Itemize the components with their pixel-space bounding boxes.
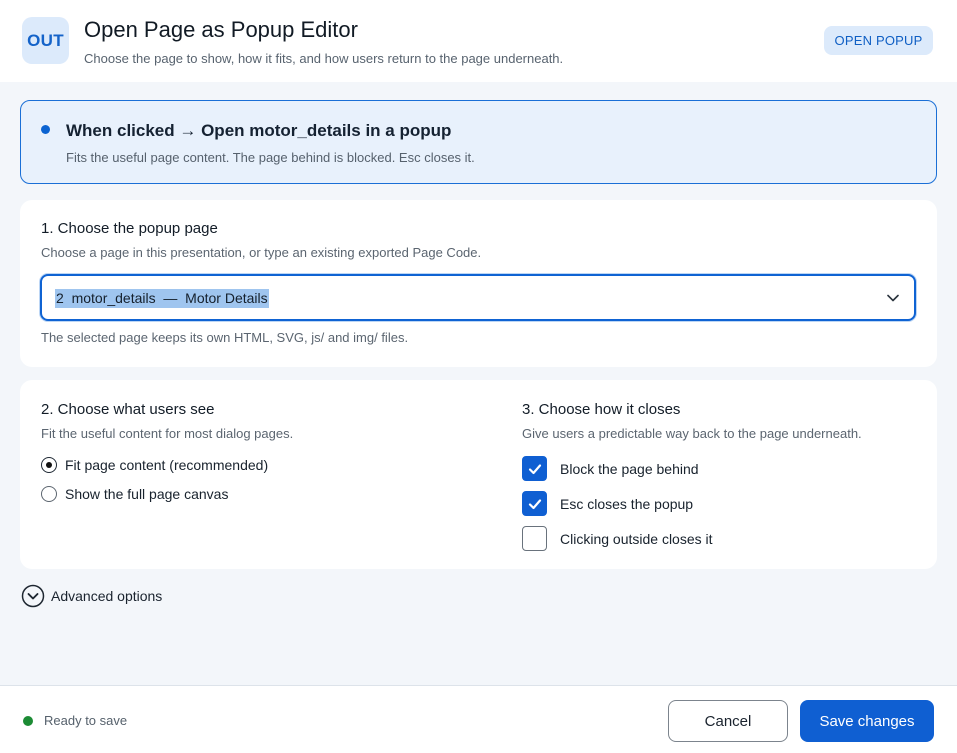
popup-page-select[interactable]: 2 motor_details — Motor Details bbox=[40, 274, 916, 321]
checkbox-label: Esc closes the popup bbox=[560, 495, 694, 512]
dialog-footer: Ready to save Cancel Save changes bbox=[0, 685, 957, 753]
action-type-badge: OPEN POPUP bbox=[824, 26, 933, 55]
popup-page-note: The selected page keeps its own HTML, SV… bbox=[41, 330, 409, 345]
close-section-title: 3. Choose how it closes bbox=[522, 401, 681, 418]
cancel-button[interactable]: Cancel bbox=[668, 700, 788, 742]
dialog-title: Open Page as Popup Editor bbox=[84, 17, 358, 42]
summary-title: When clicked → Open motor_details in a p… bbox=[66, 121, 452, 140]
options-card: 2. Choose what users see Fit the useful … bbox=[20, 380, 937, 569]
summary-subtitle: Fits the useful page content. The page b… bbox=[66, 150, 475, 165]
checkbox-option-click-outside[interactable]: Clicking outside closes it bbox=[522, 526, 713, 551]
radio-label: Show the full page canvas bbox=[65, 486, 229, 502]
advanced-options-label: Advanced options bbox=[51, 587, 163, 604]
radio-option-full-canvas[interactable]: Show the full page canvas bbox=[41, 485, 228, 503]
status-indicator-icon bbox=[23, 716, 33, 726]
view-section-help: Fit the useful content for most dialog p… bbox=[41, 426, 294, 441]
status-text: Ready to save bbox=[44, 713, 128, 728]
popup-page-selected-value: 2 motor_details — Motor Details bbox=[55, 289, 269, 308]
advanced-options-toggle[interactable]: Advanced options bbox=[21, 583, 162, 608]
summary-bullet-icon bbox=[41, 125, 50, 134]
radio-button[interactable] bbox=[41, 486, 57, 502]
view-section-title: 2. Choose what users see bbox=[41, 401, 215, 418]
checkmark-icon bbox=[528, 463, 541, 474]
popup-page-card: 1. Choose the popup page Choose a page i… bbox=[20, 200, 937, 367]
chevron-down-circle-icon bbox=[21, 584, 45, 607]
checkbox[interactable] bbox=[522, 491, 547, 516]
radio-button[interactable] bbox=[41, 457, 57, 473]
checkbox-label: Block the page behind bbox=[560, 460, 699, 477]
radio-label: Fit page content (recommended) bbox=[65, 457, 269, 473]
close-section-help: Give users a predictable way back to the… bbox=[522, 426, 862, 441]
save-changes-button[interactable]: Save changes bbox=[800, 700, 934, 742]
checkbox-option-block-page[interactable]: Block the page behind bbox=[522, 456, 699, 481]
checkbox[interactable] bbox=[522, 456, 547, 481]
action-summary-banner: When clicked → Open motor_details in a p… bbox=[20, 100, 937, 184]
popup-page-section-help: Choose a page in this presentation, or t… bbox=[41, 245, 482, 260]
dialog-subtitle: Choose the page to show, how it fits, an… bbox=[84, 51, 564, 66]
radio-option-fit-content[interactable]: Fit page content (recommended) bbox=[41, 456, 268, 474]
editor-header: OUT Open Page as Popup Editor Choose the… bbox=[0, 0, 957, 82]
out-icon: OUT bbox=[22, 17, 69, 64]
popup-page-section-title: 1. Choose the popup page bbox=[41, 220, 218, 237]
checkbox-option-esc-closes[interactable]: Esc closes the popup bbox=[522, 491, 693, 516]
checkbox-label: Clicking outside closes it bbox=[560, 530, 713, 547]
checkbox[interactable] bbox=[522, 526, 547, 551]
checkmark-icon bbox=[528, 498, 541, 509]
chevron-down-icon bbox=[887, 294, 899, 302]
